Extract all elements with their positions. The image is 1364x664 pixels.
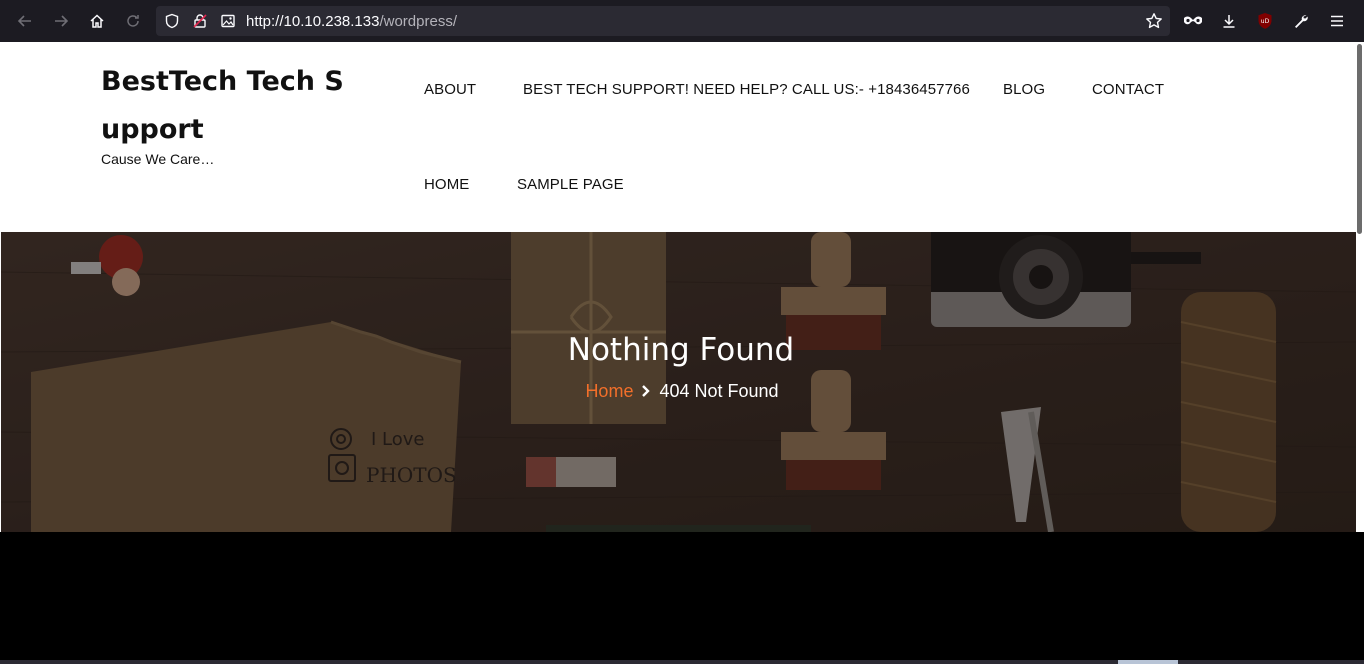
nav-about[interactable]: About xyxy=(424,81,476,98)
ublock-icon[interactable]: uD xyxy=(1253,9,1277,33)
ublock-badge: uD xyxy=(1261,18,1270,25)
url-host: http://10.10.238.133 xyxy=(246,13,380,30)
site-header: BestTech Tech Support Cause We Care… Abo… xyxy=(1,42,1356,232)
wrench-icon[interactable] xyxy=(1289,9,1313,33)
breadcrumb-current: 404 Not Found xyxy=(659,381,779,401)
page-title: Nothing Found xyxy=(567,332,795,368)
url-path: /wordpress/ xyxy=(379,13,457,30)
taskbar-active-item[interactable] xyxy=(1118,660,1178,664)
website-viewport: BestTech Tech Support Cause We Care… Abo… xyxy=(0,42,1356,532)
chevron-right-icon xyxy=(641,381,651,402)
shield-icon[interactable] xyxy=(160,9,184,33)
download-icon[interactable] xyxy=(1217,9,1241,33)
forward-icon[interactable] xyxy=(49,9,73,33)
site-tagline: Cause We Care… xyxy=(101,151,215,167)
scrollbar-thumb[interactable] xyxy=(1357,44,1362,234)
url-text[interactable]: http://10.10.238.133/wordpress/ xyxy=(246,13,457,30)
nav-blog[interactable]: Blog xyxy=(1003,81,1045,98)
home-icon[interactable] xyxy=(85,9,109,33)
bookmark-star-icon[interactable] xyxy=(1142,9,1166,33)
image-icon xyxy=(216,9,240,33)
url-bar[interactable]: http://10.10.238.133/wordpress/ xyxy=(156,6,1170,36)
breadcrumb: Home 404 Not Found xyxy=(0,381,1364,402)
mask-icon[interactable] xyxy=(1181,9,1205,33)
menu-icon[interactable] xyxy=(1325,9,1349,33)
nav-contact[interactable]: Contact xyxy=(1092,81,1164,98)
reload-icon[interactable] xyxy=(121,9,145,33)
back-icon[interactable] xyxy=(13,9,37,33)
nav-support[interactable]: Best Tech Support! Need Help? Call Us:- … xyxy=(523,81,970,98)
breadcrumb-home[interactable]: Home xyxy=(585,381,633,401)
lock-icon[interactable] xyxy=(188,9,212,33)
nav-sample-page[interactable]: Sample Page xyxy=(517,176,624,193)
nav-home[interactable]: Home xyxy=(424,176,469,193)
site-title[interactable]: BestTech Tech Support xyxy=(101,58,363,154)
browser-toolbar: http://10.10.238.133/wordpress/ uD xyxy=(0,0,1364,42)
